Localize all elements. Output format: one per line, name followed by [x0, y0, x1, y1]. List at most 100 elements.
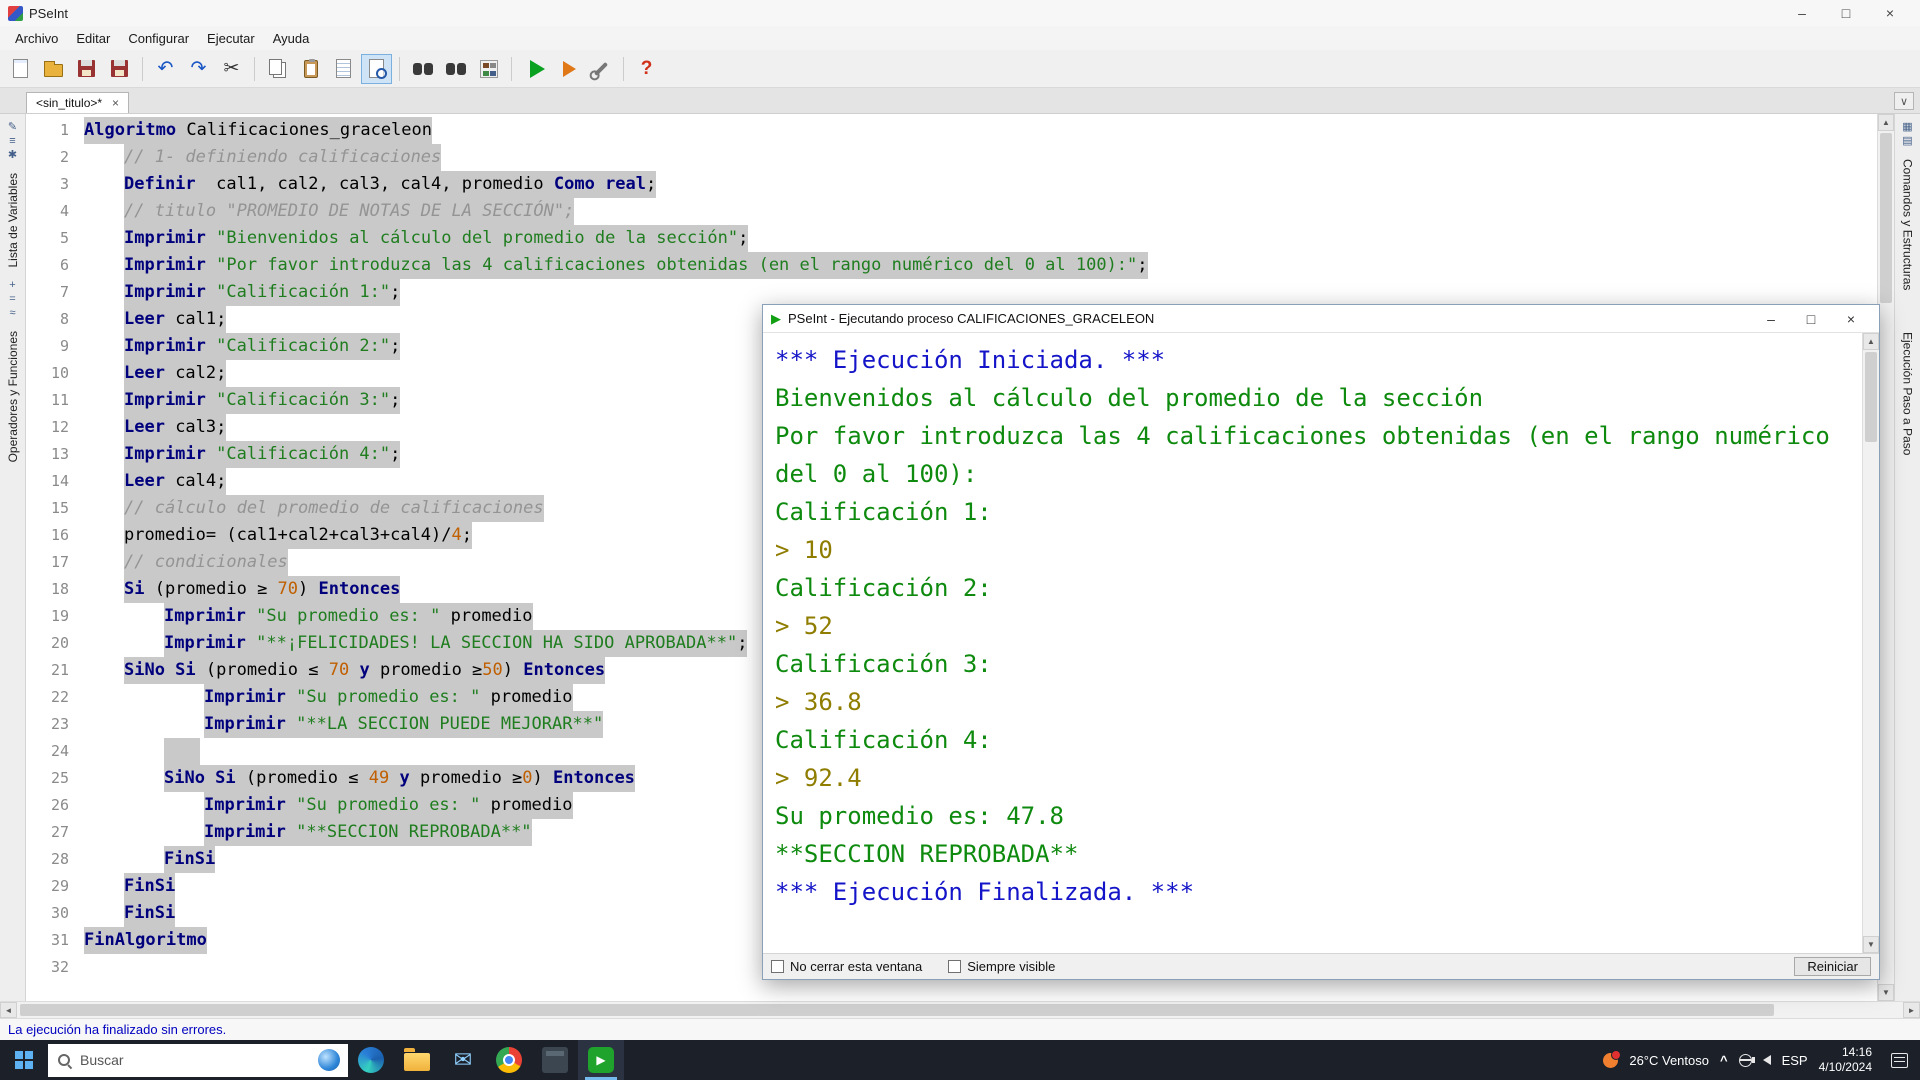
- menu-bar: ArchivoEditarConfigurarEjecutarAyuda: [0, 26, 1920, 50]
- editor-horizontal-scrollbar[interactable]: ◄ ►: [0, 1001, 1920, 1018]
- code-line-7[interactable]: 7Imprimir "Calificación 1:";: [26, 279, 1877, 306]
- execution-title-bar[interactable]: ▶ PSeInt - Ejecutando proceso CALIFICACI…: [763, 305, 1879, 333]
- panel-lista-de-variables[interactable]: Lista de Variables: [6, 173, 20, 268]
- option-no-cerrar[interactable]: No cerrar esta ventana: [771, 959, 922, 974]
- horizontal-scroll-thumb[interactable]: [20, 1004, 1774, 1016]
- find-in-page-icon: [369, 59, 384, 78]
- line-content: [84, 738, 200, 765]
- weather-icon[interactable]: [1603, 1053, 1618, 1068]
- tray-expand-icon[interactable]: ^: [1720, 1053, 1728, 1068]
- taskbar-app-file-explorer[interactable]: [394, 1040, 440, 1080]
- line-number: 12: [26, 414, 84, 441]
- panel-ejecucion-paso-a-paso[interactable]: Ejecución Paso a Paso: [1901, 332, 1915, 455]
- copy-button[interactable]: [262, 54, 293, 84]
- step-run-icon: [563, 61, 576, 77]
- start-button[interactable]: [0, 1040, 48, 1080]
- undo-button[interactable]: ↶: [150, 54, 181, 84]
- scroll-right-icon[interactable]: ►: [1903, 1002, 1920, 1018]
- menu-ejecutar[interactable]: Ejecutar: [198, 28, 264, 49]
- code-line-4[interactable]: 4// titulo "PROMEDIO DE NOTAS DE LA SECC…: [26, 198, 1877, 225]
- code-line-3[interactable]: 3Definir cal1, cal2, cal3, cal4, promedi…: [26, 171, 1877, 198]
- help-button[interactable]: ?: [631, 54, 662, 84]
- flowchart-button[interactable]: [473, 54, 504, 84]
- taskbar-app-chrome[interactable]: [486, 1040, 532, 1080]
- tab-list-dropdown[interactable]: ∨: [1894, 92, 1914, 110]
- find-in-page-button[interactable]: [361, 54, 392, 84]
- code-line-6[interactable]: 6Imprimir "Por favor introduzca las 4 ca…: [26, 252, 1877, 279]
- code-line-2[interactable]: 2// 1- definiendo calificaciones: [26, 144, 1877, 171]
- replace-button[interactable]: [440, 54, 471, 84]
- line-content: Imprimir "Calificación 3:";: [84, 387, 400, 414]
- console-scroll-thumb[interactable]: [1865, 352, 1877, 442]
- taskbar-app-edge[interactable]: [348, 1040, 394, 1080]
- scroll-down-icon[interactable]: ▼: [1878, 984, 1894, 1001]
- tab-close-icon[interactable]: ×: [112, 97, 119, 109]
- execution-window[interactable]: ▶ PSeInt - Ejecutando proceso CALIFICACI…: [762, 304, 1880, 980]
- line-number: 32: [26, 954, 84, 981]
- checkbox-icon[interactable]: [948, 960, 961, 973]
- cut-button[interactable]: ✂: [216, 54, 247, 84]
- taskbar-app-mail[interactable]: ✉: [440, 1040, 486, 1080]
- line-text: Imprimir "Calificación 1:";: [124, 279, 400, 306]
- vertical-scroll-track[interactable]: [1878, 131, 1894, 984]
- vertical-scroll-thumb[interactable]: [1880, 133, 1892, 303]
- code-line-1[interactable]: 1Algoritmo Calificaciones_graceleon: [26, 117, 1877, 144]
- plus-icon[interactable]: +: [9, 280, 15, 291]
- open-file-button[interactable]: [38, 54, 69, 84]
- list-icon[interactable]: ≡: [9, 136, 15, 147]
- search-highlight-icon[interactable]: [318, 1049, 340, 1071]
- taskbar-app-pseint[interactable]: ▶: [578, 1040, 624, 1080]
- clock[interactable]: 14:16 4/10/2024: [1819, 1045, 1872, 1075]
- minimize-button[interactable]: –: [1780, 0, 1824, 26]
- execution-minimize-button[interactable]: –: [1751, 305, 1791, 333]
- rows-icon[interactable]: ▤: [1902, 136, 1912, 147]
- tab-sin-titulo[interactable]: <sin_titulo>* ×: [26, 92, 129, 113]
- checkbox-icon[interactable]: [771, 960, 784, 973]
- redo-button[interactable]: ↷: [183, 54, 214, 84]
- action-center-icon[interactable]: [1891, 1053, 1908, 1068]
- code-line-5[interactable]: 5Imprimir "Bienvenidos al cálculo del pr…: [26, 225, 1877, 252]
- language-indicator[interactable]: ESP: [1782, 1053, 1808, 1068]
- console-scroll-down-icon[interactable]: ▼: [1863, 936, 1879, 953]
- menu-editar[interactable]: Editar: [67, 28, 119, 49]
- taskbar-app-app-window[interactable]: [532, 1040, 578, 1080]
- horizontal-scroll-track[interactable]: [17, 1002, 1903, 1018]
- menu-configurar[interactable]: Configurar: [119, 28, 198, 49]
- console-scroll-up-icon[interactable]: ▲: [1863, 333, 1879, 350]
- console-scrollbar[interactable]: ▲ ▼: [1862, 333, 1879, 953]
- scroll-left-icon[interactable]: ◄: [0, 1002, 17, 1018]
- search-icon: [56, 1052, 72, 1068]
- scroll-up-icon[interactable]: ▲: [1878, 114, 1894, 131]
- run-button[interactable]: [519, 54, 550, 84]
- option-siempre-visible[interactable]: Siempre visible: [948, 959, 1055, 974]
- grid-icon[interactable]: ▦: [1902, 122, 1912, 133]
- indent-button[interactable]: [328, 54, 359, 84]
- execution-close-button[interactable]: ×: [1831, 305, 1871, 333]
- volume-icon[interactable]: [1763, 1055, 1771, 1065]
- title-bar[interactable]: PSeInt – □ ×: [0, 0, 1920, 26]
- menu-ayuda[interactable]: Ayuda: [264, 28, 319, 49]
- taskbar-search[interactable]: Buscar: [48, 1044, 348, 1077]
- find-button[interactable]: [407, 54, 438, 84]
- equals-icon[interactable]: =: [9, 294, 15, 305]
- paste-button[interactable]: [295, 54, 326, 84]
- new-file-button[interactable]: [5, 54, 36, 84]
- execution-maximize-button[interactable]: □: [1791, 305, 1831, 333]
- line-number: 19: [26, 603, 84, 630]
- menu-archivo[interactable]: Archivo: [6, 28, 67, 49]
- weather-text[interactable]: 26°C Ventoso: [1629, 1053, 1709, 1068]
- star-icon[interactable]: ✱: [8, 150, 17, 161]
- save-as-button[interactable]: [104, 54, 135, 84]
- line-number: 21: [26, 657, 84, 684]
- save-button[interactable]: [71, 54, 102, 84]
- pencil-icon[interactable]: ✎: [8, 122, 17, 133]
- tools-button[interactable]: [585, 54, 616, 84]
- approx-icon[interactable]: ≈: [9, 308, 15, 319]
- panel-comandos-y-estructuras[interactable]: Comandos y Estructuras: [1901, 159, 1915, 290]
- close-button[interactable]: ×: [1868, 0, 1912, 26]
- maximize-button[interactable]: □: [1824, 0, 1868, 26]
- panel-operadores-y-funciones[interactable]: Operadores y Funciones: [6, 331, 20, 462]
- step-run-button[interactable]: [552, 54, 583, 84]
- restart-button[interactable]: Reiniciar: [1794, 957, 1871, 976]
- network-icon[interactable]: [1739, 1054, 1752, 1067]
